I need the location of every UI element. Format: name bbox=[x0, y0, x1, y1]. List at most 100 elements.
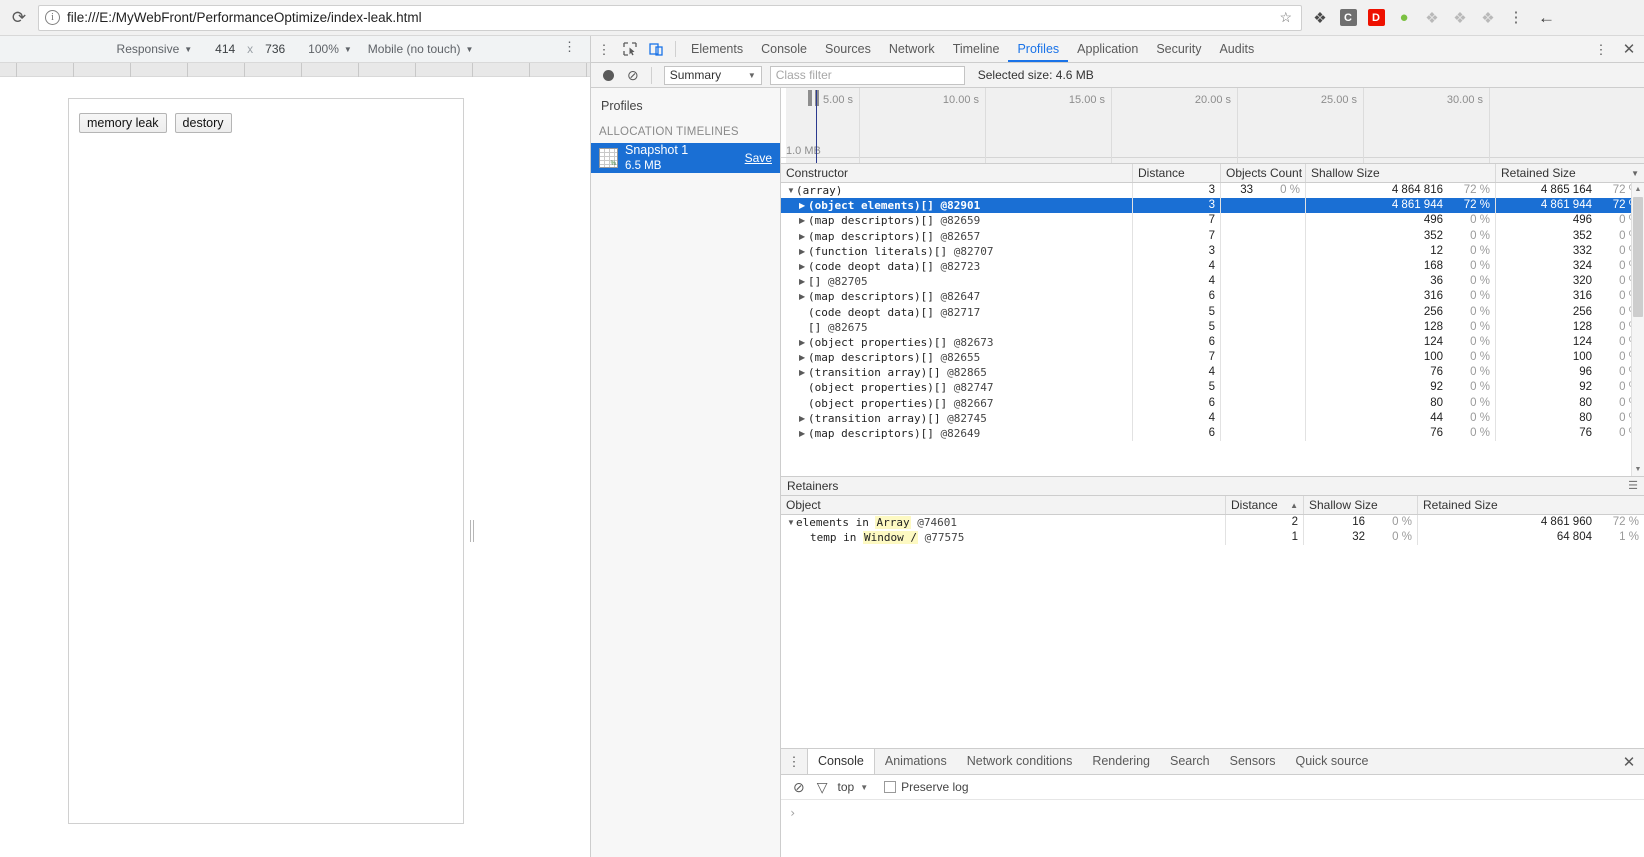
collapsed-triangle-icon[interactable]: ▶ bbox=[799, 411, 808, 426]
viewport-resize-handle-right[interactable] bbox=[470, 520, 474, 542]
table-row[interactable]: ▶ (transition array)[] @82745 4 44 0 % 80 0 % bbox=[781, 410, 1644, 426]
viewport-height-input[interactable]: 736 bbox=[258, 42, 292, 56]
console-output-area[interactable]: › bbox=[781, 800, 1644, 857]
constructor-grid-scrollbar[interactable]: ▲ ▼ bbox=[1631, 183, 1644, 476]
devtools-main-menu-icon[interactable]: ⋮ bbox=[591, 43, 617, 56]
table-row[interactable]: ▶ (object properties)[] @82673 6 124 0 % 124 0… bbox=[781, 334, 1644, 351]
table-row[interactable]: ▶ (transition array)[] @82865 4 76 0 % 96 0 % bbox=[781, 365, 1644, 381]
allocation-overview-timeline[interactable]: 1.0 MB 5.00 s 10.00 s 15.00 s 20.00 s 25.00 … bbox=[781, 88, 1644, 164]
column-header-shallow-size[interactable]: Shallow Size bbox=[1306, 164, 1496, 182]
view-mode-select[interactable]: Summary ▼ bbox=[663, 65, 762, 85]
browser-menu-icon[interactable]: ⋮ bbox=[1504, 6, 1528, 30]
tab-security[interactable]: Security bbox=[1147, 36, 1210, 62]
device-selector[interactable]: Responsive ▼ bbox=[117, 42, 193, 56]
toggle-device-toolbar-icon[interactable] bbox=[643, 37, 669, 61]
column-header-objects-count[interactable]: Objects Count bbox=[1221, 164, 1306, 182]
extension-puzzle-gray-3-icon[interactable]: ❖ bbox=[1476, 6, 1500, 30]
drawer-tab-network-conditions[interactable]: Network conditions bbox=[957, 749, 1083, 774]
drawer-tab-quick-source[interactable]: Quick source bbox=[1285, 749, 1378, 774]
column-header-constructor[interactable]: Constructor bbox=[781, 164, 1133, 182]
throttle-selector[interactable]: Mobile (no touch) ▼ bbox=[368, 42, 474, 56]
extension-puzzle-gray-1-icon[interactable]: ❖ bbox=[1420, 6, 1444, 30]
collapsed-triangle-icon[interactable]: ▶ bbox=[799, 259, 808, 274]
tab-profiles[interactable]: Profiles bbox=[1008, 36, 1069, 62]
table-row[interactable]: ▼ elements in Array @74601 2 16 0 % 4 861 960… bbox=[781, 515, 1644, 531]
table-row[interactable]: ▶ (map descriptors)[] @82657 7 352 0 % 352 0 % bbox=[781, 228, 1644, 244]
drawer-tab-rendering[interactable]: Rendering bbox=[1082, 749, 1160, 774]
extension-puzzle-gray-2-icon[interactable]: ❖ bbox=[1448, 6, 1472, 30]
preserve-log-checkbox[interactable] bbox=[884, 781, 897, 793]
table-row[interactable]: ▶ (map descriptors)[] @82659 7 496 0 % 496 0 % bbox=[781, 213, 1644, 229]
address-bar[interactable]: i file:///E:/MyWebFront/PerformanceOptim… bbox=[38, 4, 1302, 31]
table-row[interactable]: ▼ (array) 3 33 0 % 4 864 816 72 % 4 865 164 72 % bbox=[781, 183, 1644, 199]
inspect-element-icon[interactable] bbox=[617, 37, 643, 61]
table-row[interactable]: ▶ (object elements)[] @82901 3 4 861 944 72 … bbox=[781, 198, 1644, 214]
viewport-width-input[interactable]: 414 bbox=[208, 42, 242, 56]
zoom-selector[interactable]: 100% ▼ bbox=[308, 42, 352, 56]
tab-audits[interactable]: Audits bbox=[1210, 36, 1263, 62]
column-header-retainer-retained-size[interactable]: Retained Size bbox=[1418, 496, 1644, 514]
page-info-icon[interactable]: i bbox=[45, 10, 60, 25]
drawer-tab-search[interactable]: Search bbox=[1160, 749, 1220, 774]
column-header-retainer-shallow-size[interactable]: Shallow Size bbox=[1304, 496, 1418, 514]
extension-android-icon[interactable]: ● bbox=[1392, 6, 1416, 30]
column-header-retainer-distance[interactable]: Distance ▲ bbox=[1226, 496, 1304, 514]
tab-sources[interactable]: Sources bbox=[816, 36, 880, 62]
extension-puzzle-dark-icon[interactable]: ❖ bbox=[1308, 6, 1332, 30]
table-row[interactable]: ▶ (map descriptors)[] @82655 7 100 0 % 100 0 % bbox=[781, 350, 1644, 366]
table-row[interactable]: ▶[] @82705 4 36 0 % 320 0 % bbox=[781, 274, 1644, 290]
bookmark-star-icon[interactable]: ☆ bbox=[1276, 9, 1295, 26]
collapsed-triangle-icon[interactable]: ▶ bbox=[799, 244, 808, 259]
snapshot-save-link[interactable]: Save bbox=[745, 151, 772, 165]
table-row[interactable]: ▶ (map descriptors)[] @82649 6 76 0 % 76 0 % bbox=[781, 426, 1644, 442]
table-row[interactable]: ▶ (function literals)[] @82707 3 12 0 % 332 0 … bbox=[781, 243, 1644, 259]
back-arrow-icon[interactable]: ← bbox=[1532, 8, 1561, 28]
drawer-tab-console[interactable]: Console bbox=[807, 749, 875, 774]
collapsed-triangle-icon[interactable]: ▶ bbox=[799, 198, 808, 213]
collapsed-triangle-icon[interactable]: ▶ bbox=[799, 289, 808, 304]
memory-leak-button[interactable]: memory leak bbox=[79, 113, 167, 133]
column-header-distance[interactable]: Distance bbox=[1133, 164, 1221, 182]
collapsed-triangle-icon[interactable]: ▶ bbox=[799, 335, 808, 350]
tab-timeline[interactable]: Timeline bbox=[944, 36, 1009, 62]
table-row[interactable]: ▶ (map descriptors)[] @82647 6 316 0 % 316 0 % bbox=[781, 289, 1644, 305]
drawer-menu-icon[interactable]: ⋮ bbox=[781, 755, 807, 768]
scroll-down-arrow-icon[interactable]: ▼ bbox=[1632, 463, 1644, 476]
class-filter-input[interactable]: Class filter bbox=[769, 65, 965, 85]
table-row[interactable]: (object properties)[] @82667 6 80 0 % 80 0 % bbox=[781, 395, 1644, 411]
drawer-close-icon[interactable]: ✕ bbox=[1614, 753, 1644, 771]
column-header-retained-size[interactable]: Retained Size ▼ bbox=[1496, 164, 1644, 182]
expanded-triangle-icon[interactable]: ▼ bbox=[787, 183, 796, 198]
tab-elements[interactable]: Elements bbox=[682, 36, 752, 62]
extension-d-badge-icon[interactable]: D bbox=[1364, 6, 1388, 30]
collapsed-triangle-icon[interactable]: ▶ bbox=[799, 365, 808, 380]
clear-all-icon[interactable]: ⊘ bbox=[627, 67, 639, 84]
drawer-tab-animations[interactable]: Animations bbox=[875, 749, 957, 774]
devtools-close-icon[interactable]: ✕ bbox=[1614, 40, 1644, 58]
column-header-object[interactable]: Object bbox=[781, 496, 1226, 514]
collapsed-triangle-icon[interactable]: ▶ bbox=[799, 213, 808, 228]
table-row[interactable]: ▶ (code deopt data)[] @82723 4 168 0 % 324 0 % bbox=[781, 258, 1644, 275]
collapsed-triangle-icon[interactable]: ▶ bbox=[799, 350, 808, 365]
destory-button[interactable]: destory bbox=[174, 113, 232, 133]
tab-console[interactable]: Console bbox=[752, 36, 816, 62]
scroll-up-arrow-icon[interactable]: ▲ bbox=[1632, 183, 1644, 196]
record-icon[interactable] bbox=[603, 69, 614, 81]
scrollbar-thumb[interactable] bbox=[1633, 197, 1643, 317]
devtools-settings-menu-icon[interactable]: ⋮ bbox=[1588, 43, 1614, 56]
table-row[interactable]: (object properties)[] @82747 5 92 0 % 92 0 % bbox=[781, 380, 1644, 396]
tab-application[interactable]: Application bbox=[1068, 36, 1147, 62]
reload-icon[interactable]: ⟳ bbox=[4, 3, 34, 33]
preserve-log-toggle[interactable]: Preserve log bbox=[884, 780, 969, 794]
collapsed-triangle-icon[interactable]: ▶ bbox=[799, 274, 808, 289]
expanded-triangle-icon[interactable]: ▼ bbox=[787, 515, 796, 530]
table-row[interactable]: (code deopt data)[] @82717 5 256 0 % 256 0 % bbox=[781, 304, 1644, 320]
console-filter-icon[interactable]: ▽ bbox=[817, 779, 828, 796]
drawer-tab-sensors[interactable]: Sensors bbox=[1220, 749, 1286, 774]
console-clear-icon[interactable]: ⊘ bbox=[793, 779, 805, 796]
table-row[interactable]: [] @82675 5 128 0 % 128 0 % bbox=[781, 319, 1644, 335]
table-row[interactable]: temp in Window / @77575 1 32 0 % 64 804 1 % bbox=[781, 530, 1644, 546]
sidebar-item-snapshot-1[interactable]: % Snapshot 1 6.5 MB Save bbox=[591, 143, 780, 173]
device-toolbar-menu-icon[interactable]: ⋮ bbox=[563, 40, 576, 53]
extension-c-badge-icon[interactable]: C bbox=[1336, 6, 1360, 30]
